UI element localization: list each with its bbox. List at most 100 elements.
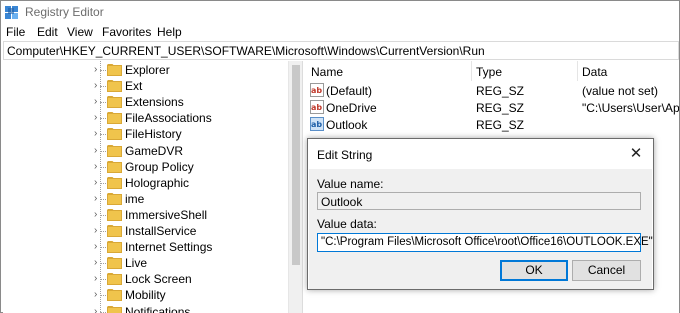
chevron-right-icon[interactable]: › xyxy=(94,306,97,313)
chevron-right-icon[interactable]: › xyxy=(94,128,97,140)
chevron-right-icon[interactable]: › xyxy=(94,80,97,92)
scrollbar-thumb[interactable] xyxy=(292,65,300,265)
tree-item[interactable]: › ime xyxy=(83,191,288,207)
tree-branch-line xyxy=(100,102,106,104)
chevron-right-icon[interactable]: › xyxy=(94,289,97,301)
folder-icon xyxy=(107,225,122,237)
column-divider[interactable] xyxy=(471,61,472,81)
chevron-right-icon[interactable]: › xyxy=(94,96,97,108)
menu-favorites[interactable]: Favorites xyxy=(102,25,151,39)
folder-icon xyxy=(107,112,122,125)
tree-item[interactable]: › Notifications xyxy=(83,304,288,313)
value-data: "C:\Users\User\AppD xyxy=(582,101,679,115)
value-name-text: Outlook xyxy=(321,195,363,209)
folder-icon xyxy=(107,64,122,76)
menu-view[interactable]: View xyxy=(67,25,93,39)
registry-editor-window: Registry Editor File Edit View Favorites… xyxy=(0,0,680,313)
tree-item[interactable]: › Ext xyxy=(83,78,288,94)
tree-item-label: Live xyxy=(125,256,148,271)
tree-scrollbar[interactable] xyxy=(288,61,302,313)
registry-editor-app-icon xyxy=(5,6,18,19)
value-data-label: Value data: xyxy=(317,217,377,231)
tree-item[interactable]: › FileHistory xyxy=(83,126,288,142)
svg-text:ab: ab xyxy=(311,86,322,95)
column-divider[interactable] xyxy=(577,61,578,81)
value-data-text: "C:\Program Files\Microsoft Office\root\… xyxy=(321,236,653,248)
tree-item[interactable]: › Explorer xyxy=(83,62,288,78)
chevron-right-icon[interactable]: › xyxy=(94,177,97,189)
tree-branch-line xyxy=(100,166,106,168)
menu-file[interactable]: File xyxy=(6,25,25,39)
folder-icon xyxy=(107,192,122,205)
menu-help[interactable]: Help xyxy=(157,25,182,39)
folder-icon xyxy=(107,160,122,173)
menu-edit[interactable]: Edit xyxy=(37,25,58,39)
chevron-right-icon[interactable]: › xyxy=(94,225,97,237)
chevron-right-icon[interactable]: › xyxy=(94,209,97,221)
chevron-right-icon[interactable]: › xyxy=(94,273,97,285)
list-row-default[interactable]: ab (Default) REG_SZ (value not set) xyxy=(306,82,679,99)
tree-item[interactable]: › FileAssociations xyxy=(83,110,288,126)
chevron-right-icon[interactable]: › xyxy=(94,241,97,253)
tree-item-label: FileHistory xyxy=(125,127,182,142)
value-data-input[interactable]: "C:\Program Files\Microsoft Office\root\… xyxy=(317,233,653,252)
tree-branch-line xyxy=(100,311,106,313)
tree-item-label: Explorer xyxy=(125,63,170,77)
column-header-type[interactable]: Type xyxy=(476,65,502,79)
folder-icon xyxy=(107,144,122,157)
tree-item[interactable]: › Group Policy xyxy=(83,159,288,175)
tree-item[interactable]: › Mobility xyxy=(83,287,288,303)
folder-icon xyxy=(107,128,122,141)
tree-item-label: InstallService xyxy=(125,224,197,238)
window-title: Registry Editor xyxy=(25,5,104,19)
tree-item[interactable]: › GameDVR xyxy=(83,143,288,159)
tree-item[interactable]: › InstallService xyxy=(83,223,288,239)
tree-branch-line xyxy=(100,214,106,216)
cancel-button[interactable]: Cancel xyxy=(572,260,641,281)
folder-icon xyxy=(107,208,122,221)
chevron-right-icon[interactable]: › xyxy=(94,193,97,205)
chevron-right-icon[interactable]: › xyxy=(94,64,97,76)
dialog-title: Edit String xyxy=(317,148,373,162)
tree-item-label: Holographic xyxy=(125,175,190,190)
tree-item[interactable]: › Holographic xyxy=(83,175,288,191)
column-header-name[interactable]: Name xyxy=(311,65,343,79)
value-name-field: Outlook xyxy=(317,192,641,210)
chevron-right-icon[interactable]: › xyxy=(94,145,97,157)
tree-item[interactable]: › Internet Settings xyxy=(83,239,288,255)
close-icon[interactable]: ✕ xyxy=(626,144,646,164)
string-value-icon: ab xyxy=(310,100,324,114)
svg-text:ab: ab xyxy=(311,103,322,112)
tree-branch-line xyxy=(100,263,106,265)
menu-bar: File Edit View Favorites Help xyxy=(1,23,679,41)
tree-branch-line xyxy=(100,295,106,297)
edit-string-dialog: Edit String ✕ Value name: Outlook Value … xyxy=(307,138,654,290)
folder-icon xyxy=(107,96,122,109)
tree-item[interactable]: › ImmersiveShell xyxy=(83,207,288,223)
list-row-outlook[interactable]: ab Outlook REG_SZ xyxy=(306,116,679,133)
list-header: Name Type Data xyxy=(306,61,679,81)
tree-item[interactable]: › Lock Screen xyxy=(83,271,288,287)
title-bar: Registry Editor xyxy=(1,1,679,23)
value-type: REG_SZ xyxy=(476,84,525,98)
chevron-right-icon[interactable]: › xyxy=(94,112,97,124)
tree-branch-line xyxy=(100,70,106,71)
tree-item-label: Mobility xyxy=(125,288,166,303)
chevron-right-icon[interactable]: › xyxy=(94,161,97,173)
tree-item[interactable]: › Extensions xyxy=(83,94,288,110)
tree-branch-line xyxy=(100,150,106,152)
address-bar[interactable]: Computer\HKEY_CURRENT_USER\SOFTWARE\Micr… xyxy=(3,41,679,60)
value-type: REG_SZ xyxy=(476,101,525,115)
column-header-data[interactable]: Data xyxy=(582,65,607,79)
tree-item[interactable]: › Live xyxy=(83,255,288,271)
address-path: Computer\HKEY_CURRENT_USER\SOFTWARE\Micr… xyxy=(7,44,485,58)
folder-icon xyxy=(107,289,122,302)
list-row-onedrive[interactable]: ab OneDrive REG_SZ "C:\Users\User\AppD xyxy=(306,99,679,116)
string-value-icon: ab xyxy=(310,83,324,97)
ok-button[interactable]: OK xyxy=(500,260,568,281)
tree-branch-line xyxy=(100,279,106,281)
tree-branch-line xyxy=(100,198,106,200)
dialog-body: Value name: Outlook Value data: "C:\Prog… xyxy=(309,169,653,289)
value-name: Outlook xyxy=(326,118,368,132)
chevron-right-icon[interactable]: › xyxy=(94,257,97,269)
